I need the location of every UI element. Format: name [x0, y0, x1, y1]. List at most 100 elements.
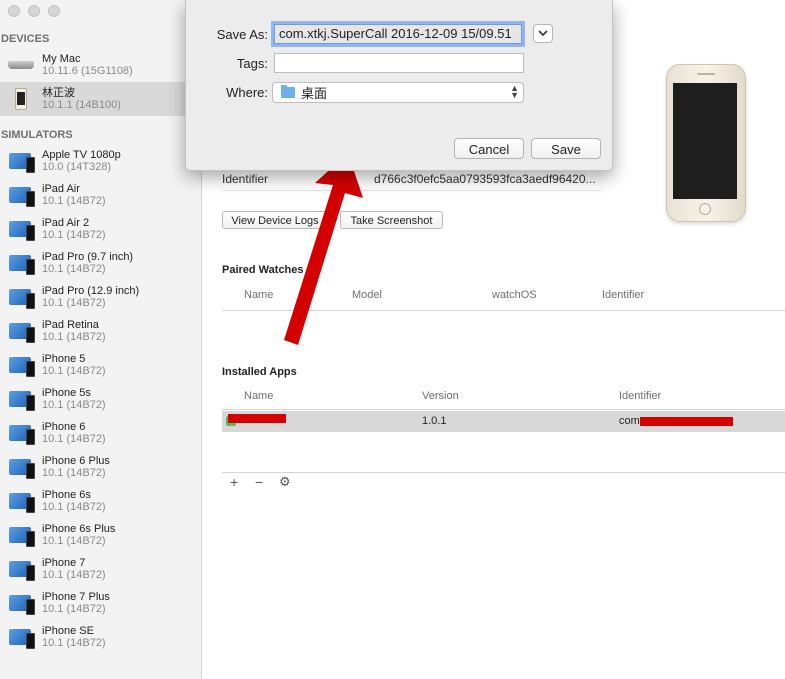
- sidebar-simulator-item[interactable]: iPhone SE 10.1 (14B72): [0, 620, 201, 654]
- simulator-icon: [6, 386, 36, 412]
- sidebar-simulator-item[interactable]: iPhone 7 10.1 (14B72): [0, 552, 201, 586]
- tags-input[interactable]: [274, 53, 524, 73]
- device-name: My Mac: [42, 53, 81, 65]
- device-name: 林正波: [42, 87, 75, 99]
- sidebar-simulator-item[interactable]: Apple TV 1080p 10.0 (14T328): [0, 144, 201, 178]
- sidebar: DEVICES My Mac 10.11.6 (15G1108) 林正波 10.…: [0, 0, 202, 679]
- app-identifier: com: [619, 415, 640, 427]
- take-screenshot-button[interactable]: Take Screenshot: [340, 211, 443, 229]
- simulator-version: 10.1 (14B72): [42, 603, 106, 615]
- simulator-version: 10.1 (14B72): [42, 297, 106, 309]
- redaction-bar: [228, 414, 286, 423]
- apps-col-identifier[interactable]: Identifier: [619, 390, 661, 402]
- simulator-version: 10.1 (14B72): [42, 535, 106, 547]
- simulator-name: iPhone SE: [42, 625, 94, 637]
- sidebar-simulator-item[interactable]: iPad Retina 10.1 (14B72): [0, 314, 201, 348]
- simulator-icon: [6, 352, 36, 378]
- simulator-version: 10.1 (14B72): [42, 501, 106, 513]
- sidebar-simulator-item[interactable]: iPad Air 2 10.1 (14B72): [0, 212, 201, 246]
- tags-label: Tags:: [236, 56, 268, 71]
- sidebar-simulator-item[interactable]: iPhone 5s 10.1 (14B72): [0, 382, 201, 416]
- simulator-version: 10.1 (14B72): [42, 263, 106, 275]
- simulator-name: iPhone 6s: [42, 489, 91, 501]
- sidebar-simulator-item[interactable]: iPad Pro (12.9 inch) 10.1 (14B72): [0, 280, 201, 314]
- simulator-name: iPhone 6: [42, 421, 86, 433]
- sidebar-simulator-item[interactable]: iPad Pro (9.7 inch) 10.1 (14B72): [0, 246, 201, 280]
- save-dialog: Save As: com.xtkj.SuperCall 2016-12-09 1…: [185, 0, 613, 171]
- gear-icon[interactable]: ⚙: [279, 474, 291, 490]
- simulator-icon: [6, 318, 36, 344]
- sidebar-simulator-item[interactable]: iPhone 6 10.1 (14B72): [0, 416, 201, 450]
- simulator-icon: [6, 148, 36, 174]
- simulator-name: iPhone 5: [42, 353, 86, 365]
- watch-col-name[interactable]: Name: [244, 289, 273, 301]
- simulator-icon: [6, 624, 36, 650]
- simulators-header: SIMULATORS: [1, 129, 73, 141]
- sidebar-simulator-item[interactable]: iPad Air 10.1 (14B72): [0, 178, 201, 212]
- apps-col-version[interactable]: Version: [422, 390, 459, 402]
- watch-col-identifier[interactable]: Identifier: [602, 289, 644, 301]
- sidebar-simulator-item[interactable]: iPhone 7 Plus 10.1 (14B72): [0, 586, 201, 620]
- remove-app-button[interactable]: −: [255, 474, 263, 490]
- save-as-input[interactable]: com.xtkj.SuperCall 2016-12-09 15/09.51: [274, 24, 522, 44]
- simulator-version: 10.1 (14B72): [42, 331, 106, 343]
- simulator-icon: [6, 522, 36, 548]
- apps-col-name[interactable]: Name: [244, 390, 273, 402]
- simulator-version: 10.1 (14B72): [42, 637, 106, 649]
- sidebar-simulator-item[interactable]: iPhone 6s Plus 10.1 (14B72): [0, 518, 201, 552]
- table-row[interactable]: 1.0.1 com: [222, 411, 785, 432]
- where-popup[interactable]: 桌面 ▲ ▼: [272, 82, 524, 103]
- simulator-list: Apple TV 1080p 10.0 (14T328) iPad Air 10.1 …: [0, 144, 201, 654]
- add-app-button[interactable]: +: [230, 474, 238, 490]
- simulator-icon: [6, 420, 36, 446]
- simulator-icon: [6, 556, 36, 582]
- identifier-label: Identifier: [222, 172, 269, 186]
- view-device-logs-button[interactable]: View Device Logs: [222, 211, 328, 229]
- chevron-down-icon: [538, 30, 548, 37]
- simulator-version: 10.1 (14B72): [42, 433, 106, 445]
- sidebar-device-my-mac[interactable]: My Mac 10.11.6 (15G1108): [0, 48, 201, 82]
- simulator-icon: [6, 590, 36, 616]
- device-version: 10.11.6 (15G1108): [42, 65, 133, 77]
- divider: [222, 472, 785, 473]
- simulator-name: iPhone 5s: [42, 387, 91, 399]
- sidebar-simulator-item[interactable]: iPhone 6 Plus 10.1 (14B72): [0, 450, 201, 484]
- expand-dialog-button[interactable]: [533, 24, 553, 43]
- sidebar-simulator-item[interactable]: iPhone 6s 10.1 (14B72): [0, 484, 201, 518]
- folder-icon: [281, 85, 295, 98]
- watch-col-watchos[interactable]: watchOS: [492, 289, 537, 301]
- simulator-version: 10.1 (14B72): [42, 195, 106, 207]
- simulator-icon: [6, 284, 36, 310]
- device-version: 10.1.1 (14B100): [42, 99, 121, 111]
- simulator-version: 10.1 (14B72): [42, 569, 106, 581]
- identifier-row: Identifier d766c3f0efc5aa0793593fca3aedf…: [222, 168, 602, 191]
- updown-chevron-icon: ▲ ▼: [510, 83, 519, 100]
- simulator-name: iPhone 6 Plus: [42, 455, 110, 467]
- sidebar-device-iphone[interactable]: 林正波 10.1.1 (14B100): [0, 82, 201, 116]
- simulator-name: iPhone 6s Plus: [42, 523, 116, 535]
- simulator-icon: [6, 488, 36, 514]
- simulator-name: iPad Retina: [42, 319, 99, 331]
- simulator-icon: [6, 250, 36, 276]
- watch-col-model[interactable]: Model: [352, 289, 382, 301]
- close-window-button[interactable]: [8, 5, 20, 17]
- simulator-name: iPad Pro (12.9 inch): [42, 285, 140, 297]
- simulator-name: iPad Pro (9.7 inch): [42, 251, 134, 263]
- simulator-icon: [6, 182, 36, 208]
- divider: [222, 310, 785, 311]
- where-label: Where:: [226, 85, 268, 100]
- sidebar-simulator-item[interactable]: iPhone 5 10.1 (14B72): [0, 348, 201, 382]
- cancel-button[interactable]: Cancel: [454, 138, 524, 159]
- iphone-icon: [6, 86, 36, 112]
- identifier-value: d766c3f0efc5aa0793593fca3aedf96420...: [374, 172, 596, 186]
- simulator-version: 10.0 (14T328): [42, 161, 112, 173]
- title-bar: [0, 0, 201, 22]
- minimize-window-button[interactable]: [28, 5, 40, 17]
- zoom-window-button[interactable]: [48, 5, 60, 17]
- divider: [222, 409, 785, 410]
- where-value: 桌面: [301, 86, 328, 101]
- simulator-version: 10.1 (14B72): [42, 365, 106, 377]
- device-image: [666, 64, 746, 222]
- save-button[interactable]: Save: [531, 138, 601, 159]
- simulator-name: iPad Air 2: [42, 217, 90, 229]
